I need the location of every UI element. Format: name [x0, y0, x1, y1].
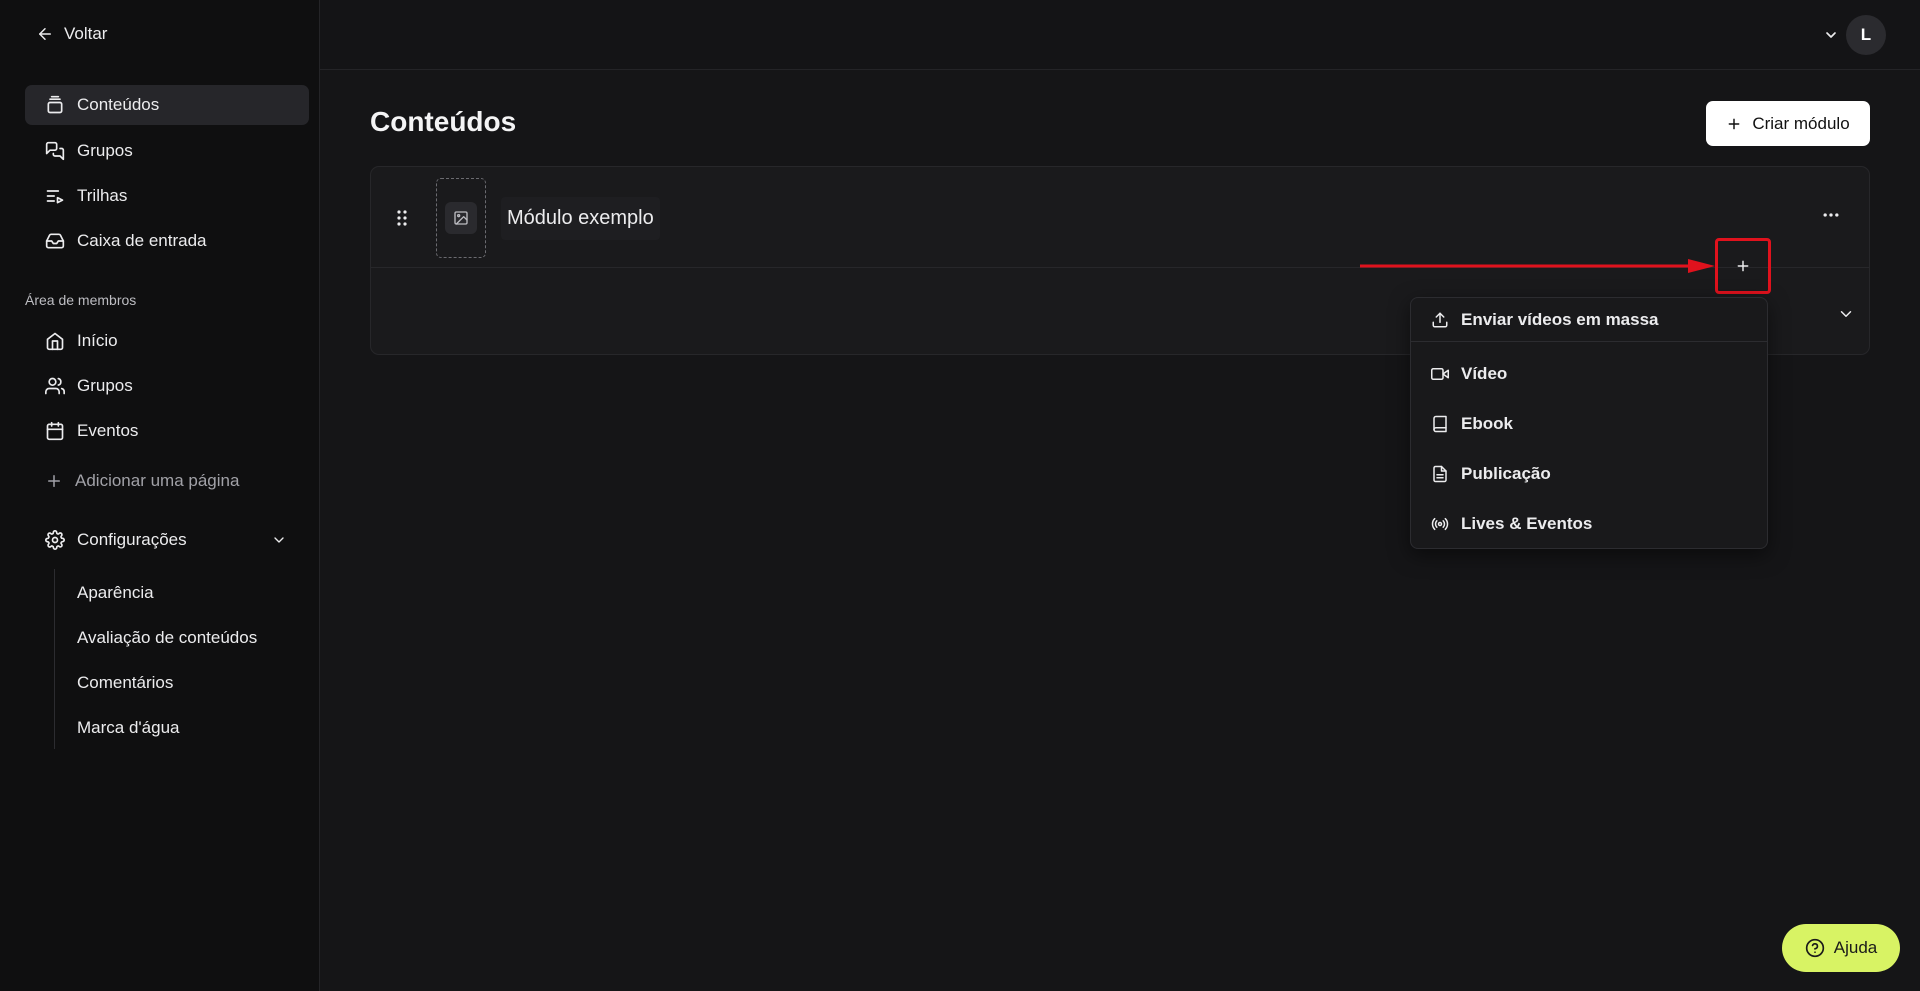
sidebar-item-conteudos[interactable]: Conteúdos — [25, 85, 309, 125]
thumbnail-placeholder — [445, 202, 477, 234]
menu-item-ebook[interactable]: Ebook — [1411, 402, 1767, 446]
help-label: Ajuda — [1833, 938, 1878, 957]
menu-item-label: Publicação — [1461, 464, 1551, 483]
page-title: Conteúdos — [370, 106, 517, 137]
add-content-button[interactable] — [1715, 238, 1771, 294]
book-icon — [1433, 415, 1447, 433]
back-link[interactable]: Voltar — [36, 24, 107, 44]
chevron-down-icon — [274, 537, 284, 543]
upload-icon — [1432, 312, 1448, 327]
broadcast-icon — [1431, 517, 1449, 531]
create-module-button[interactable]: Criar módulo — [1706, 101, 1870, 146]
inbox-icon — [45, 233, 65, 249]
sidebar-subitem-avaliacao[interactable]: Avaliação de conteúdos — [77, 628, 257, 648]
arrow-left-icon — [39, 28, 51, 40]
chat-icon — [45, 141, 65, 161]
sidebar-subitem-aparencia[interactable]: Aparência — [77, 583, 154, 603]
sidebar-subitem-marca-dagua[interactable]: Marca d'água — [77, 718, 179, 738]
sidebar-item-label: Trilhas — [77, 186, 128, 205]
sidebar-item-configuracoes[interactable]: Configurações — [25, 520, 309, 560]
sidebar-item-label: Conteúdos — [77, 95, 160, 114]
stack-icon — [47, 95, 63, 114]
help-circle-icon — [1805, 938, 1824, 958]
menu-item-video[interactable]: Vídeo — [1411, 352, 1767, 396]
video-icon — [1431, 368, 1449, 380]
sidebar-item-inicio[interactable]: Início — [25, 321, 309, 361]
list-play-icon — [46, 190, 64, 204]
sidebar-item-label: Eventos — [77, 421, 139, 440]
section-label-area-de-membros: Área de membros — [25, 292, 137, 308]
sidebar-item-label: Grupos — [77, 141, 133, 160]
add-page-label: Adicionar uma página — [75, 471, 240, 490]
sidebar-subitem-comentarios[interactable]: Comentários — [77, 673, 173, 693]
menu-item-publicacao[interactable]: Publicação — [1411, 452, 1767, 496]
users-icon — [45, 377, 65, 395]
menu-item-label: Vídeo — [1461, 364, 1508, 383]
menu-item-bulk-upload[interactable]: Enviar vídeos em massa — [1411, 298, 1767, 342]
module-header: Módulo exemplo — [371, 167, 1869, 268]
sidebar: Voltar Conteúdos Grupos Trilhas Caixa de… — [0, 0, 320, 991]
document-icon — [1433, 465, 1447, 483]
sidebar-item-label: Início — [77, 331, 118, 350]
sidebar-item-caixa-de-entrada[interactable]: Caixa de entrada — [25, 221, 309, 261]
menu-item-label: Enviar vídeos em massa — [1461, 309, 1659, 329]
calendar-icon — [46, 421, 64, 441]
plus-icon — [48, 475, 60, 487]
more-options-icon[interactable] — [1821, 205, 1841, 225]
image-icon — [454, 211, 468, 225]
plus-icon — [1728, 118, 1740, 129]
sidebar-item-label: Grupos — [77, 376, 133, 395]
sidebar-item-label: Configurações — [77, 530, 187, 549]
sidebar-item-grupos-membros[interactable]: Grupos — [25, 366, 309, 406]
add-page-button[interactable]: Adicionar uma página — [25, 461, 309, 501]
back-label: Voltar — [64, 24, 108, 43]
menu-item-label: Lives & Eventos — [1461, 514, 1593, 533]
help-button[interactable]: Ajuda — [1782, 924, 1900, 972]
topbar — [320, 0, 1920, 70]
sidebar-item-label: Caixa de entrada — [77, 231, 207, 250]
menu-item-lives-eventos[interactable]: Lives & Eventos — [1411, 502, 1767, 546]
annotation-arrow-icon — [1360, 259, 1715, 273]
menu-item-label: Ebook — [1461, 414, 1513, 433]
module-thumbnail-upload[interactable] — [436, 178, 486, 258]
avatar[interactable]: L — [1846, 15, 1886, 55]
home-icon — [46, 332, 64, 351]
account-chevron-down-icon[interactable] — [1823, 27, 1839, 43]
plus-icon — [1737, 260, 1749, 272]
sidebar-item-grupos[interactable]: Grupos — [25, 131, 309, 171]
add-content-menu: Enviar vídeos em massa Vídeo Ebook Publi… — [1410, 297, 1768, 549]
submenu-divider — [54, 569, 55, 749]
module-name[interactable]: Módulo exemplo — [501, 197, 660, 240]
gear-icon — [45, 530, 65, 550]
drag-handle-icon[interactable] — [396, 210, 408, 226]
expand-chevron-down-icon[interactable] — [1837, 305, 1855, 323]
create-module-label: Criar módulo — [1752, 113, 1850, 133]
sidebar-item-trilhas[interactable]: Trilhas — [25, 176, 309, 216]
sidebar-item-eventos[interactable]: Eventos — [25, 411, 309, 451]
